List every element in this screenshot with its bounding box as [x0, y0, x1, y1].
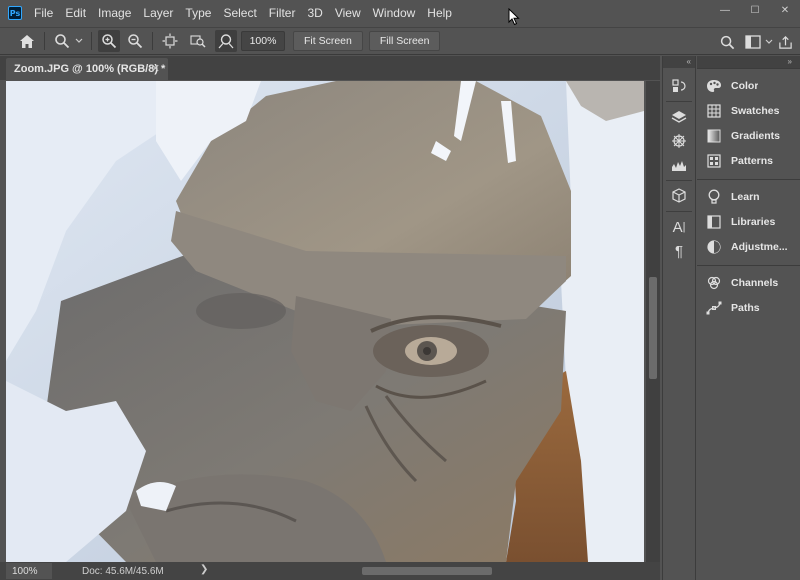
menu-help[interactable]: Help: [421, 0, 458, 26]
panel-gradients[interactable]: Gradients: [697, 123, 800, 148]
maximize-button[interactable]: ☐: [740, 0, 770, 20]
minimize-button[interactable]: —: [710, 0, 740, 20]
panel-learn[interactable]: Learn: [697, 184, 800, 209]
separator: [152, 32, 153, 50]
statue-photo: [6, 81, 644, 562]
brush-settings-icon[interactable]: [663, 129, 695, 153]
panel-icon-column: « A | ¶: [662, 56, 696, 580]
mouse-cursor-icon: [508, 8, 520, 26]
document-tab[interactable]: Zoom.JPG @ 100% (RGB/8) * ✕: [6, 58, 168, 80]
separator: [91, 32, 92, 50]
chevron-down-icon[interactable]: [73, 30, 85, 52]
menu-image[interactable]: Image: [92, 0, 137, 26]
menu-file[interactable]: File: [28, 0, 59, 26]
status-zoom-field[interactable]: 100%: [6, 563, 52, 579]
panel-column: » Color Swatches Gradients Patterns Lear…: [697, 56, 800, 580]
zoom-all-windows-icon[interactable]: [187, 30, 209, 52]
panel-paths-label: Paths: [731, 301, 760, 314]
options-bar: 100% Fit Screen Fill Screen: [0, 27, 800, 55]
menu-edit[interactable]: Edit: [59, 0, 92, 26]
panel-color[interactable]: Color: [697, 73, 800, 98]
separator: [44, 32, 45, 50]
scrubby-zoom-icon[interactable]: [215, 30, 237, 52]
resize-windows-icon[interactable]: [159, 30, 181, 52]
panel-learn-label: Learn: [731, 190, 760, 203]
menu-window[interactable]: Window: [367, 0, 422, 26]
panel-swatches[interactable]: Swatches: [697, 98, 800, 123]
share-icon[interactable]: [774, 31, 796, 53]
search-icon[interactable]: [716, 31, 738, 53]
panel-group-learn: Learn Libraries Adjustme...: [697, 179, 800, 265]
menu-3d[interactable]: 3D: [301, 0, 328, 26]
gradient-icon: [705, 128, 723, 144]
zoom-percent-field[interactable]: 100%: [241, 31, 285, 51]
window-controls: — ☐ ✕: [710, 0, 800, 20]
menu-filter[interactable]: Filter: [263, 0, 302, 26]
adjustments-icon: [705, 239, 723, 255]
panel-libraries-label: Libraries: [731, 215, 776, 228]
bulb-icon: [705, 189, 723, 205]
separator: [666, 180, 692, 181]
grid-icon: [705, 103, 723, 119]
vertical-scrollbar[interactable]: [646, 81, 660, 562]
menu-layer[interactable]: Layer: [137, 0, 179, 26]
panel-channels[interactable]: Channels: [697, 270, 800, 295]
panel-adjustments[interactable]: Adjustme...: [697, 234, 800, 259]
layers-icon[interactable]: [663, 105, 695, 129]
panel-paths[interactable]: Paths: [697, 295, 800, 320]
close-icon[interactable]: ✕: [151, 62, 160, 75]
status-menu-arrow-icon[interactable]: ❯: [200, 564, 208, 575]
panel-adjustments-label: Adjustme...: [731, 240, 788, 253]
collapse-panels-icon[interactable]: »: [697, 56, 800, 68]
menu-bar: Ps File Edit Image Layer Type Select Fil…: [0, 0, 800, 26]
zoom-out-icon[interactable]: [124, 30, 146, 52]
menu-items: File Edit Image Layer Type Select Filter…: [28, 0, 458, 26]
fit-screen-button[interactable]: Fit Screen: [293, 31, 363, 51]
document-canvas[interactable]: [6, 81, 644, 562]
right-tools: [716, 31, 800, 53]
panel-channels-label: Channels: [731, 276, 779, 289]
close-window-button[interactable]: ✕: [770, 0, 800, 20]
library-icon: [705, 214, 723, 230]
doc-size-info: Doc: 45.6M/45.6M: [82, 565, 164, 577]
separator: [666, 211, 692, 212]
document-tab-bar: Zoom.JPG @ 100% (RGB/8) * ✕: [0, 56, 660, 80]
paragraph-icon[interactable]: ¶: [663, 239, 695, 263]
menu-select[interactable]: Select: [217, 0, 262, 26]
workspace-chevron-down-icon[interactable]: [764, 31, 774, 53]
fill-screen-button[interactable]: Fill Screen: [368, 31, 441, 51]
vertical-scroll-thumb[interactable]: [649, 277, 657, 379]
menu-type[interactable]: Type: [179, 0, 217, 26]
panel-libraries[interactable]: Libraries: [697, 209, 800, 234]
horizontal-scroll-thumb[interactable]: [362, 567, 492, 575]
panel-group-channels: Channels Paths: [697, 265, 800, 326]
channels-icon: [705, 275, 723, 291]
photoshop-logo-icon: Ps: [8, 6, 22, 20]
panel-patterns-label: Patterns: [731, 154, 774, 167]
status-bar: 100% Doc: 45.6M/45.6M ❯: [0, 562, 660, 580]
separator: [666, 101, 692, 102]
panel-group-color: Color Swatches Gradients Patterns: [697, 68, 800, 179]
zoom-tool-icon[interactable]: [51, 30, 73, 52]
zoom-in-icon[interactable]: [98, 30, 120, 52]
horizontal-scrollbar[interactable]: [212, 565, 632, 577]
workspace-icon[interactable]: [742, 31, 764, 53]
home-icon[interactable]: [16, 30, 38, 52]
document-tab-title: Zoom.JPG @ 100% (RGB/8) *: [14, 63, 166, 75]
panel-gradients-label: Gradients: [731, 129, 781, 142]
panel-swatches-label: Swatches: [731, 104, 780, 117]
collapse-icons-icon[interactable]: «: [663, 56, 695, 68]
character-icon[interactable]: A |: [663, 215, 695, 239]
3d-icon[interactable]: [663, 184, 695, 208]
paths-icon: [705, 300, 723, 316]
panel-color-label: Color: [731, 79, 759, 92]
histogram-icon[interactable]: [663, 153, 695, 177]
menu-view[interactable]: View: [329, 0, 367, 26]
history-icon[interactable]: [663, 74, 695, 98]
pattern-icon: [705, 153, 723, 169]
palette-icon: [705, 78, 723, 94]
panel-patterns[interactable]: Patterns: [697, 148, 800, 173]
